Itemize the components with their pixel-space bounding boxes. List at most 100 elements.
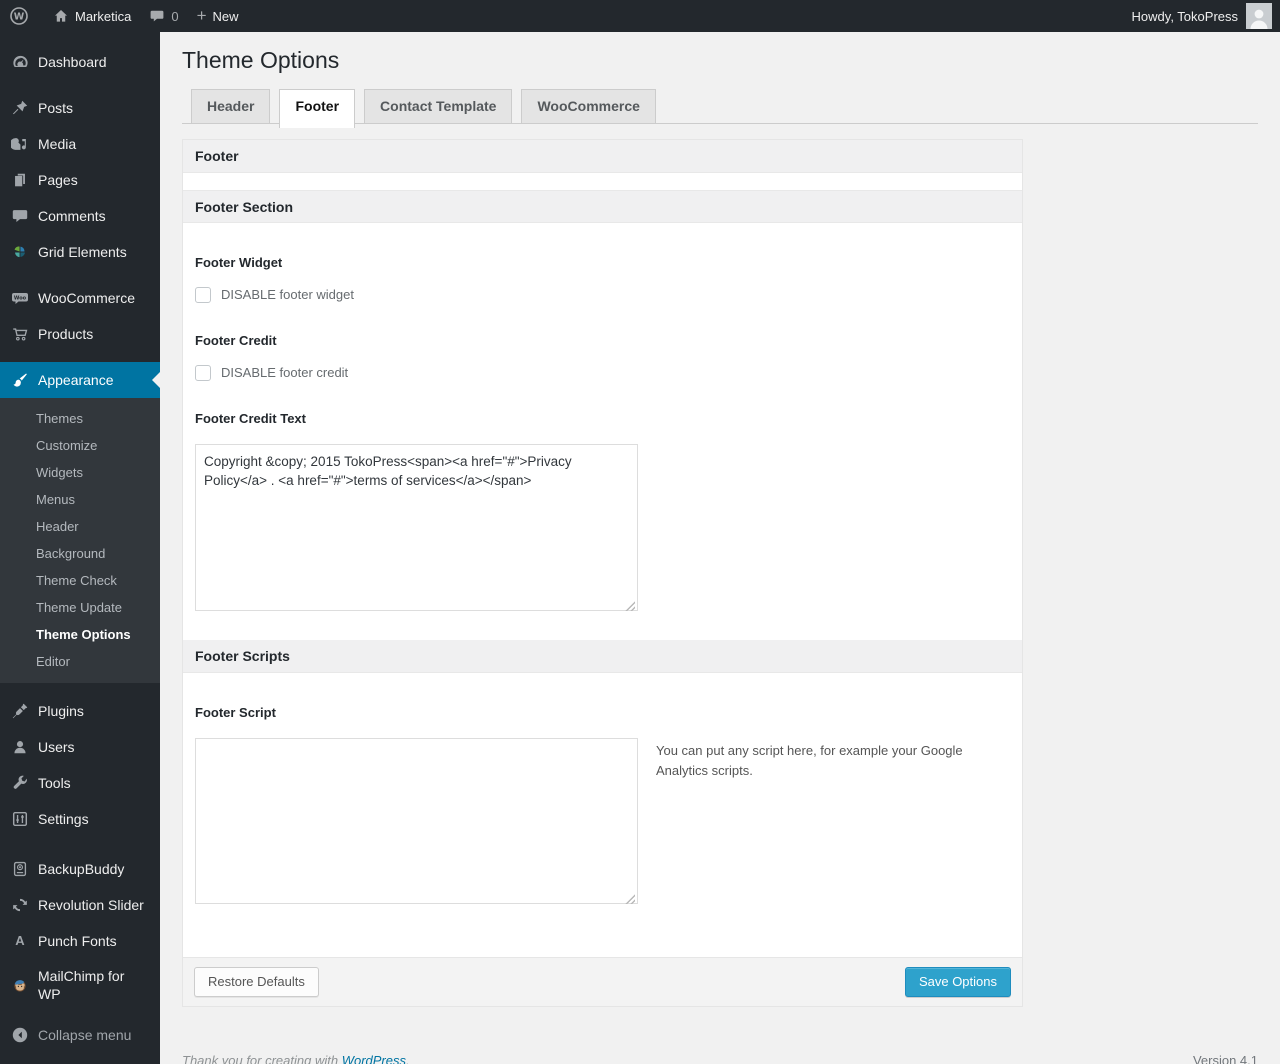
sidebar-item-label: BackupBuddy — [38, 861, 125, 877]
svg-text:W: W — [14, 12, 25, 23]
site-name: Marketica — [75, 8, 132, 24]
sidebar-item-label: Settings — [38, 811, 89, 827]
sidebar-item-comments[interactable]: Comments — [0, 198, 160, 234]
footer-script-label: Footer Script — [195, 705, 276, 720]
comments-icon — [10, 206, 30, 226]
new-content-button[interactable]: + New — [188, 0, 248, 32]
footer-thanks-text: Thank you for creating with WordPress. — [182, 1053, 410, 1064]
restore-defaults-button[interactable]: Restore Defaults — [194, 967, 319, 997]
submenu-item-theme-update[interactable]: Theme Update — [0, 594, 160, 621]
sidebar-item-plugins[interactable]: Plugins — [0, 693, 160, 729]
cart-icon — [10, 324, 30, 344]
footer-scripts-content: Footer Script You can put any script her… — [183, 673, 1022, 957]
submenu-item-customize[interactable]: Customize — [0, 432, 160, 459]
submenu-item-background[interactable]: Background — [0, 540, 160, 567]
panel-actions-bar: Restore Defaults Save Options — [183, 957, 1022, 1006]
thanks-suffix: . — [406, 1053, 410, 1064]
sidebar-item-label: Plugins — [38, 703, 84, 719]
sidebar-item-appearance[interactable]: Appearance — [0, 362, 160, 398]
thanks-prefix: Thank you for creating with — [182, 1053, 342, 1064]
sidebar-item-backupbuddy[interactable]: BackupBuddy — [0, 851, 160, 887]
collapse-arrow-icon — [10, 1025, 30, 1045]
sidebar-item-label: Appearance — [38, 372, 114, 388]
new-label: New — [212, 8, 239, 24]
sidebar-item-label: Pages — [38, 172, 78, 188]
sidebar-item-label: Products — [38, 326, 94, 342]
sidebar-item-products[interactable]: Products — [0, 316, 160, 352]
site-link[interactable]: Marketica — [44, 0, 140, 32]
footer-credit-text-label: Footer Credit Text — [195, 411, 306, 426]
footer-credit-text-textarea[interactable]: Copyright &copy; 2015 TokoPress<span><a … — [195, 444, 638, 611]
footer-credit-checkbox-row: DISABLE footer credit — [195, 365, 1010, 381]
wordpress-logo-button[interactable]: W — [0, 0, 38, 32]
plugin-icon — [10, 701, 30, 721]
sliders-icon — [10, 809, 30, 829]
submenu-item-widgets[interactable]: Widgets — [0, 459, 160, 486]
user-icon — [10, 737, 30, 757]
grid-elements-icon — [10, 242, 30, 262]
tab-footer[interactable]: Footer — [279, 89, 356, 128]
submenu-item-theme-check[interactable]: Theme Check — [0, 567, 160, 594]
monkey-icon — [10, 975, 30, 995]
sidebar-item-dashboard[interactable]: Dashboard — [0, 44, 160, 80]
appearance-submenu: Themes Customize Widgets Menus Header Ba… — [0, 398, 160, 683]
comments-admin-button[interactable]: 0 — [140, 0, 187, 32]
wordpress-link[interactable]: WordPress — [342, 1053, 406, 1064]
theme-options-panel: Footer Footer Section Footer Widget DISA… — [182, 139, 1023, 1007]
sidebar-item-label: MailChimp for WP — [38, 968, 125, 1002]
letter-a-icon: A — [15, 933, 25, 948]
sidebar-item-label: Grid Elements — [38, 244, 127, 260]
sidebar-item-media[interactable]: Media — [0, 126, 160, 162]
panel-heading-footer: Footer — [183, 140, 1022, 173]
tab-bar: Header Footer Contact Template WooCommer… — [182, 89, 1258, 128]
main-content: Theme Options Header Footer Contact Temp… — [160, 0, 1280, 1064]
submenu-item-header[interactable]: Header — [0, 513, 160, 540]
admin-footer: Thank you for creating with WordPress. V… — [182, 1053, 1258, 1064]
sidebar-item-label: WooCommerce — [38, 290, 135, 306]
admin-bar: W Marketica 0 + New Howdy, TokoPress — [0, 0, 1280, 32]
sidebar-item-label: Comments — [38, 208, 106, 224]
sidebar-item-mailchimp[interactable]: MailChimp for WP — [0, 959, 160, 1011]
sidebar-item-posts[interactable]: Posts — [0, 90, 160, 126]
footer-script-textarea[interactable] — [195, 738, 638, 904]
submenu-item-menus[interactable]: Menus — [0, 486, 160, 513]
save-options-button[interactable]: Save Options — [904, 967, 1011, 997]
sidebar-item-settings[interactable]: Settings — [0, 801, 160, 837]
sidebar-item-label: Punch Fonts — [38, 933, 117, 949]
pages-icon — [10, 170, 30, 190]
sidebar-item-label: Media — [38, 136, 77, 152]
footer-widget-checkbox-label: DISABLE footer widget — [221, 287, 354, 302]
tab-contact-template[interactable]: Contact Template — [364, 89, 513, 123]
pin-icon — [10, 98, 30, 118]
section-heading-footer-scripts: Footer Scripts — [183, 640, 1022, 673]
tab-header[interactable]: Header — [191, 89, 271, 123]
submenu-item-editor[interactable]: Editor — [0, 648, 160, 675]
howdy-account-link[interactable]: Howdy, TokoPress — [1132, 9, 1238, 24]
sidebar-item-users[interactable]: Users — [0, 729, 160, 765]
submenu-item-theme-options[interactable]: Theme Options — [0, 621, 160, 648]
collapse-menu-button[interactable]: Collapse menu — [0, 1017, 160, 1053]
wordpress-logo-icon: W — [9, 6, 29, 26]
sidebar-item-punch-fonts[interactable]: A Punch Fonts — [0, 923, 160, 959]
sidebar-item-tools[interactable]: Tools — [0, 765, 160, 801]
section-heading-footer-section: Footer Section — [183, 190, 1022, 223]
comment-bubble-icon — [149, 8, 165, 24]
submenu-item-themes[interactable]: Themes — [0, 405, 160, 432]
footer-script-hint: You can put any script here, for example… — [656, 743, 963, 779]
sidebar-item-woocommerce[interactable]: Woo WooCommerce — [0, 280, 160, 316]
media-icon — [10, 134, 30, 154]
avatar[interactable] — [1246, 3, 1272, 29]
sidebar-item-label: Users — [38, 739, 75, 755]
footer-widget-checkbox[interactable] — [195, 287, 211, 303]
panel-spacer — [183, 173, 1022, 190]
current-menu-arrow — [152, 372, 160, 388]
footer-credit-checkbox[interactable] — [195, 365, 211, 381]
footer-widget-label: Footer Widget — [195, 255, 283, 270]
home-icon — [53, 8, 69, 24]
footer-widget-checkbox-row: DISABLE footer widget — [195, 287, 1010, 303]
tab-woocommerce[interactable]: WooCommerce — [521, 89, 656, 123]
footer-credit-checkbox-label: DISABLE footer credit — [221, 365, 349, 380]
sidebar-item-pages[interactable]: Pages — [0, 162, 160, 198]
sidebar-item-revolution-slider[interactable]: Revolution Slider — [0, 887, 160, 923]
sidebar-item-grid-elements[interactable]: Grid Elements — [0, 234, 160, 270]
